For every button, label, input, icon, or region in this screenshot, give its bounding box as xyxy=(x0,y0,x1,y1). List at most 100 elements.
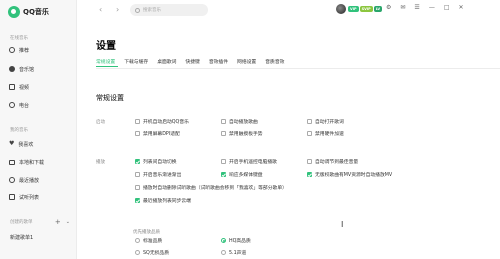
tab-audio-plugins[interactable]: 音效插件 xyxy=(209,58,228,65)
option-auto-play[interactable]: 自动播放歌曲 xyxy=(221,118,258,125)
checkbox[interactable] xyxy=(221,172,226,177)
option-auto-start[interactable]: 开机自动启动QQ音乐 xyxy=(135,118,189,125)
option-auto-mv[interactable]: 无版权歌曲有MV资源时自动播放MV xyxy=(307,171,392,178)
radio[interactable] xyxy=(221,250,226,255)
option-media-keys[interactable]: 响应多媒体键盘 xyxy=(221,171,263,178)
checkbox[interactable] xyxy=(307,172,312,177)
option-list-auto-switch[interactable]: 列表间自动切换 xyxy=(135,158,177,165)
quality-label: 优先播放品质 xyxy=(133,230,160,235)
sidebar-item-label: 电台 xyxy=(19,102,30,109)
tab-desktop-lyrics[interactable]: 桌面歌词 xyxy=(157,58,176,65)
checkbox[interactable] xyxy=(135,198,140,203)
search-icon xyxy=(135,7,140,13)
search-box[interactable]: 搜索音乐 xyxy=(130,4,208,16)
checkbox[interactable] xyxy=(221,119,226,124)
play-label: 播放 xyxy=(96,160,105,165)
quality-51[interactable]: 5.1声道 xyxy=(221,249,246,256)
created-playlists-title: 创建的歌单 xyxy=(10,220,33,225)
checkbox[interactable] xyxy=(135,159,140,164)
option-label: 禁用硬件加速 xyxy=(315,132,344,137)
search-placeholder: 搜索音乐 xyxy=(143,8,161,13)
radio[interactable] xyxy=(135,238,140,243)
close-icon[interactable]: ✕ xyxy=(458,4,463,11)
option-auto-delete-trial[interactable]: 播放时自动删除试听歌曲（试听歌曲会移到「我喜欢」等部分歌单） xyxy=(135,184,287,191)
tab-sound-quality[interactable]: 音质音效 xyxy=(265,58,284,65)
sidebar-item-label: 试听列表 xyxy=(19,194,40,201)
tab-general[interactable]: 常规设置 xyxy=(96,58,115,65)
heart-icon: ♥ xyxy=(9,140,15,147)
option-label: 播放时自动删除试听歌曲（试听歌曲会移到「我喜欢」等部分歌单） xyxy=(143,186,287,191)
checkbox[interactable] xyxy=(307,119,312,124)
option-fade[interactable]: 开启音乐渐进渐出 xyxy=(135,171,181,178)
tab-shortcuts[interactable]: 快捷键 xyxy=(185,58,199,65)
local-download-icon xyxy=(9,159,15,165)
vip-badges[interactable]: VIP SVIP LV xyxy=(348,6,383,12)
collapse-chevron-icon[interactable]: ⌄ xyxy=(66,219,70,225)
option-label: SQ无损品质 xyxy=(143,251,170,256)
tab-download-cache[interactable]: 下载与缓存 xyxy=(124,58,148,65)
sidebar-item-label: 本地和下载 xyxy=(19,159,45,166)
checkbox[interactable] xyxy=(221,131,226,136)
top-bar: ‹ › 搜索音乐 VIP SVIP LV ⚙ ✉ ☰ — □ ✕ xyxy=(77,0,500,22)
sidebar-item-local-download[interactable]: 本地和下载 xyxy=(9,158,44,166)
sidebar-item-label: 视频 xyxy=(19,84,30,91)
option-label: 列表间自动切换 xyxy=(143,160,177,165)
quality-standard[interactable]: 标准品质 xyxy=(135,237,162,244)
sidebar-item-favorites[interactable]: ♥ 我喜欢 xyxy=(9,140,33,148)
option-label: 开机自动启动QQ音乐 xyxy=(143,120,189,125)
checkbox[interactable] xyxy=(135,119,140,124)
menu-icon[interactable]: ☰ xyxy=(414,4,419,11)
option-recent-sync[interactable]: 最近播放列表同步云端 xyxy=(135,197,191,204)
recommend-icon xyxy=(9,47,15,53)
radio[interactable] xyxy=(221,238,226,243)
option-label: 5.1声道 xyxy=(229,251,247,256)
checkbox[interactable] xyxy=(221,159,226,164)
quality-sq[interactable]: SQ无损品质 xyxy=(135,249,169,256)
checkbox[interactable] xyxy=(135,131,140,136)
sidebar-item-recent[interactable]: 最近播放 xyxy=(9,176,39,184)
sidebar-item-radio[interactable]: 电台 xyxy=(9,101,29,109)
sidebar-item-video[interactable]: 视频 xyxy=(9,83,29,91)
settings-tabs: 常规设置 下载与缓存 桌面歌词 快捷键 音效插件 网络设置 音质音效 xyxy=(96,58,284,65)
sidebar-item-trial-list[interactable]: 试听列表 xyxy=(9,193,39,201)
option-label: 自动调节到最佳音量 xyxy=(315,160,359,165)
option-disable-touchpad[interactable]: 禁用触摸板手势 xyxy=(221,130,263,137)
option-auto-lyrics[interactable]: 自动打开歌词 xyxy=(307,118,344,125)
maximize-icon[interactable]: □ xyxy=(444,4,450,11)
sidebar-item-recommend[interactable]: 推荐 xyxy=(9,46,29,54)
option-disable-hw-accel[interactable]: 禁用硬件加速 xyxy=(307,130,344,137)
add-playlist-icon[interactable]: + xyxy=(55,218,61,226)
radio[interactable] xyxy=(135,250,140,255)
settings-gear-icon[interactable]: ⚙ xyxy=(386,4,391,11)
sidebar-item-music-hall[interactable]: 音乐馆 xyxy=(9,65,34,73)
checkbox[interactable] xyxy=(135,172,140,177)
playlist-item[interactable]: 新建歌单1 xyxy=(10,234,33,241)
option-label: 开启手机遥控电脑播歌 xyxy=(229,160,277,165)
tab-network[interactable]: 网络设置 xyxy=(237,58,256,65)
message-icon[interactable]: ✉ xyxy=(400,4,405,11)
text-cursor-icon: I xyxy=(341,220,344,229)
forward-arrow-icon[interactable]: › xyxy=(116,5,119,14)
checkbox[interactable] xyxy=(307,159,312,164)
option-label: 自动打开歌词 xyxy=(315,120,344,125)
startup-label: 启动 xyxy=(96,120,105,125)
option-phone-remote[interactable]: 开启手机遥控电脑播歌 xyxy=(221,158,277,165)
quality-hq[interactable]: HQ高品质 xyxy=(221,237,251,244)
sidebar-item-label: 最近播放 xyxy=(19,177,40,184)
sidebar-item-label: 推荐 xyxy=(19,47,30,54)
user-avatar[interactable] xyxy=(336,4,346,14)
minimize-icon[interactable]: — xyxy=(429,4,435,11)
back-arrow-icon[interactable]: ‹ xyxy=(99,5,102,14)
option-disable-dpi[interactable]: 禁用屏幕DPI适配 xyxy=(135,130,180,137)
section-title: 常规设置 xyxy=(96,94,124,102)
option-label: 最近播放列表同步云端 xyxy=(143,199,191,204)
sidebar: QQ音乐 在线音乐 推荐 音乐馆 视频 电台 我的音乐 ♥ 我喜欢 本地和下载 … xyxy=(0,0,77,259)
svip-badge: SVIP xyxy=(359,6,373,12)
checkbox[interactable] xyxy=(135,185,140,190)
option-label: 自动播放歌曲 xyxy=(229,120,258,125)
option-auto-volume[interactable]: 自动调节到最佳音量 xyxy=(307,158,358,165)
checkbox[interactable] xyxy=(307,131,312,136)
app-logo[interactable]: QQ音乐 xyxy=(8,6,49,18)
page-title: 设置 xyxy=(96,41,116,52)
sidebar-item-label: 音乐馆 xyxy=(19,66,35,73)
